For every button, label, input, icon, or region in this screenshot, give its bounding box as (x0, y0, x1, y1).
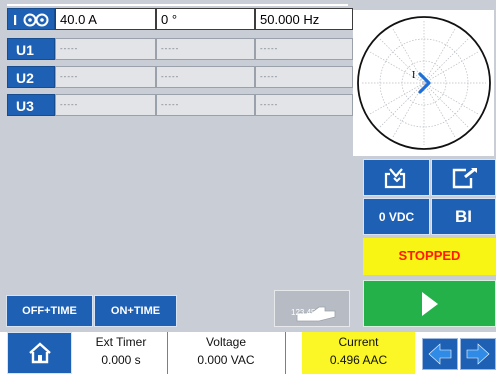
phasor-diagram[interactable]: I (353, 10, 494, 156)
u3-row[interactable]: U3 ----- ----- ----- (7, 94, 353, 116)
bottom-bar: Ext Timer 0.000 s Voltage 0.000 VAC Curr… (0, 332, 496, 374)
current-amplitude[interactable]: 40.0 A (55, 8, 156, 30)
current-phase[interactable]: 0 ° (156, 8, 255, 30)
start-button[interactable] (363, 280, 496, 327)
voltage-display: Voltage 0.000 VAC (168, 332, 284, 374)
current-value: 0.496 AAC (329, 353, 388, 367)
u2-row[interactable]: U2 ----- ----- ----- (7, 66, 353, 88)
current-display: Current 0.496 AAC (302, 332, 415, 374)
u2-frequency[interactable]: ----- (255, 66, 353, 88)
voltage-value: 0.000 VAC (197, 353, 255, 367)
previous-button[interactable] (422, 338, 458, 370)
play-icon (421, 291, 438, 316)
home-icon (28, 342, 51, 364)
current-row-label: I (7, 8, 55, 30)
import-icon (384, 167, 405, 188)
manual-value-label: 123.45 (291, 308, 316, 317)
divider (285, 332, 286, 374)
current-frequency[interactable]: 50.000 Hz (255, 8, 353, 30)
edit-icon (452, 167, 477, 188)
ext-timer-display: Ext Timer 0.000 s (76, 332, 166, 374)
off-time-button[interactable]: OFF+TIME (6, 295, 93, 327)
u3-phase[interactable]: ----- (156, 94, 255, 116)
current-row[interactable]: I 40.0 A 0 ° 50.000 Hz (7, 8, 353, 30)
svg-text:I: I (13, 12, 17, 29)
phasor-current-label: I (412, 70, 415, 81)
u3-row-label: U3 (7, 94, 55, 116)
voltage-title: Voltage (205, 335, 247, 349)
u2-phase[interactable]: ----- (156, 66, 255, 88)
next-button[interactable] (460, 338, 496, 370)
u3-frequency[interactable]: ----- (255, 94, 353, 116)
u2-amplitude[interactable]: ----- (55, 66, 156, 88)
phasor-plot: I (357, 16, 491, 150)
ext-timer-title: Ext Timer (95, 335, 147, 349)
arrow-right-icon (466, 343, 490, 365)
ext-timer-value: 0.000 s (101, 353, 141, 367)
status-indicator: STOPPED (363, 238, 496, 275)
edit-button[interactable] (431, 159, 496, 196)
u1-row-label: U1 (7, 38, 55, 60)
vdc-button[interactable]: 0 VDC (363, 198, 430, 235)
u1-amplitude[interactable]: ----- (55, 38, 156, 60)
import-button[interactable] (363, 159, 430, 196)
u1-frequency[interactable]: ----- (255, 38, 353, 60)
current-clamp-icon: I (13, 12, 49, 29)
manual-control-button[interactable]: 123.45 (274, 290, 350, 327)
on-time-button[interactable]: ON+TIME (94, 295, 177, 327)
u1-phase[interactable]: ----- (156, 38, 255, 60)
u1-row[interactable]: U1 ----- ----- ----- (7, 38, 353, 60)
u3-amplitude[interactable]: ----- (55, 94, 156, 116)
table-top-strip (7, 4, 348, 6)
u2-row-label: U2 (7, 66, 55, 88)
binary-input-button[interactable]: BI (431, 198, 496, 235)
home-button[interactable] (7, 332, 72, 374)
arrow-left-icon (428, 343, 452, 365)
current-title: Current (338, 335, 379, 349)
